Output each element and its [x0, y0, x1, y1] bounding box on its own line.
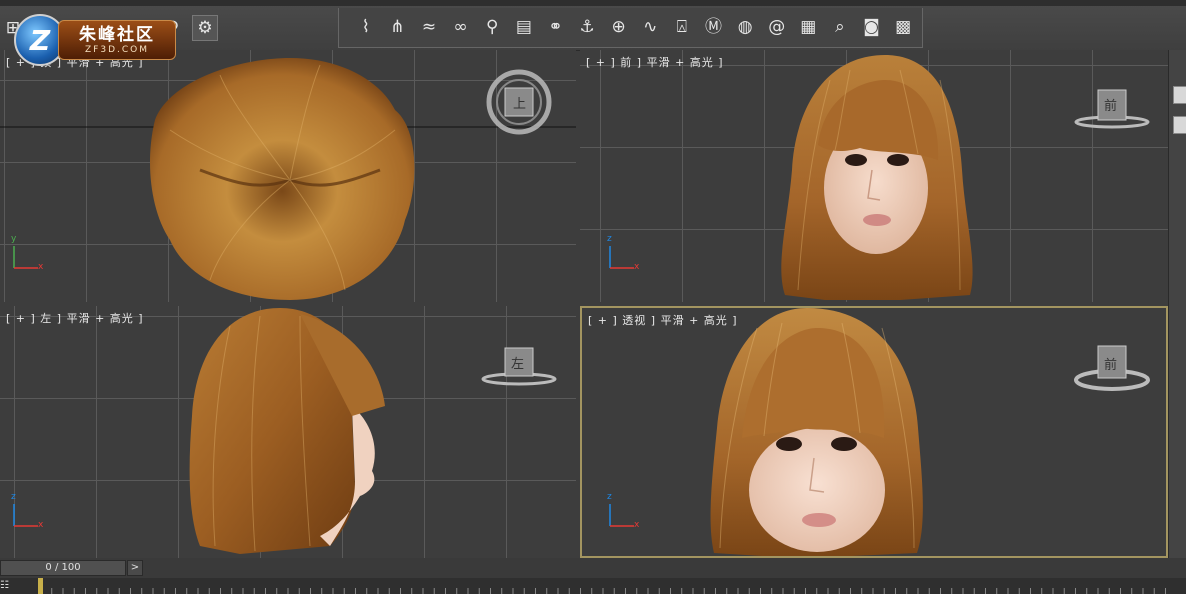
tilde-button[interactable]: ∿ [637, 15, 663, 41]
viewcube-face-label[interactable]: 前 [1104, 354, 1117, 373]
logo-name-cn: 朱峰社区 [79, 24, 155, 45]
render-setup-icon: ▦ [800, 17, 817, 37]
menu-strip [0, 0, 1186, 6]
viewport-perspective[interactable]: [ + ] 透视 ] 平滑 + 高光 ] 前 z x [580, 306, 1168, 558]
render-frame-button[interactable]: ⌕ [827, 15, 853, 41]
logo-plate: 朱峰社区 ZF3D.COM [58, 20, 176, 60]
hair-brush-button[interactable]: ⌇ [353, 15, 379, 41]
render-frame-icon: ⌕ [835, 17, 845, 37]
hair-brush-icon: ⌇ [361, 17, 370, 37]
loop-button[interactable]: ∞ [448, 15, 474, 41]
figure-icon: ⚲ [486, 17, 499, 37]
axis-x-label: x [38, 520, 44, 530]
link-icon: ⚭ [548, 17, 563, 37]
toolbar-right-group: ⌇ ⋔ ≈ ∞ ⚲ ▤ ⚭ ⚓ ⊕ ∿ ⍓ Ⓜ ◍ @ ▦ ⌕ ◙ ▩ [338, 8, 923, 48]
wave-button[interactable]: ≈ [416, 15, 442, 41]
panel-icon: ▤ [515, 17, 532, 37]
film-icon: ▩ [895, 17, 912, 37]
link-button[interactable]: ⚭ [543, 15, 569, 41]
site-logo: Z 朱峰社区 ZF3D.COM [14, 14, 176, 66]
figure-button[interactable]: ⚲ [479, 15, 505, 41]
command-panel-edge [1168, 50, 1186, 558]
axis-x-label: x [38, 262, 44, 272]
hair-left-view [189, 308, 557, 554]
render-setup-button[interactable]: ▦ [796, 15, 822, 41]
globe-icon: ⊕ [611, 17, 626, 37]
shirt-icon: ⍓ [676, 17, 687, 37]
main-toolbar: ⊞▭◫☰✎⚲⚙ ⌇⋔≈∞⚲▤⚭⚓⊕∿⍓Ⓜ◍@▦⌕◙▩ [0, 0, 1186, 51]
wave-icon: ≈ [421, 17, 437, 37]
next-frame-button[interactable]: > [127, 560, 143, 576]
viewport-top[interactable]: [ + ] 顶 ] 平滑 + 高光 ] 上 y x [0, 50, 576, 302]
gear-icon: ⚙ [197, 17, 213, 38]
timeline: 0 / 100 > ☷ [0, 558, 1186, 594]
camera-icon: ◙ [863, 17, 880, 37]
axis-x-label: x [634, 262, 640, 272]
viewport-left[interactable]: [ + ] 左 ] 平滑 + 高光 ] 左 z x [0, 306, 576, 558]
viewport-label[interactable]: [ + ] 透视 ] 平滑 + 高光 ] [588, 312, 738, 328]
hair-front-view [781, 55, 1150, 300]
spiral-button[interactable]: @ [764, 15, 790, 41]
gear-button[interactable]: ⚙ [192, 15, 218, 41]
viewport-label[interactable]: [ + ] 左 ] 平滑 + 高光 ] [6, 310, 144, 326]
sphere-icon: ◍ [737, 17, 753, 37]
comb-button[interactable]: ⋔ [385, 15, 411, 41]
current-frame-marker[interactable] [38, 578, 43, 594]
key-filter-icon[interactable]: ☷ [0, 580, 16, 592]
axis-z-label: z [607, 492, 612, 502]
tilde-icon: ∿ [643, 17, 658, 37]
sphere-button[interactable]: ◍ [732, 15, 758, 41]
spiral-icon: @ [768, 17, 786, 37]
viewcube-face-label[interactable]: 前 [1104, 95, 1117, 114]
viewcube-face-label[interactable]: 上 [513, 93, 526, 112]
panel-tab-button[interactable] [1173, 86, 1186, 104]
globe-button[interactable]: ⊕ [606, 15, 632, 41]
material-icon: Ⓜ [705, 17, 722, 37]
track-bar[interactable]: ☷ [0, 578, 1186, 594]
viewport-label[interactable]: [ + ] 前 ] 平滑 + 高光 ] [586, 54, 724, 70]
track-ticks [40, 578, 1166, 594]
viewcube-face-label[interactable]: 左 [511, 353, 524, 372]
panel-tab-button[interactable] [1173, 116, 1186, 134]
shirt-button[interactable]: ⍓ [669, 15, 695, 41]
comb-icon: ⋔ [390, 17, 405, 37]
hair-perspective-view [710, 308, 1150, 556]
anchor-button[interactable]: ⚓ [574, 15, 600, 41]
loop-icon: ∞ [453, 17, 468, 37]
axis-y-label: y [11, 234, 17, 244]
time-slider[interactable]: 0 / 100 [0, 560, 126, 576]
viewport-front[interactable]: [ + ] 前 ] 平滑 + 高光 ] 前 z x [580, 50, 1168, 302]
hair-top-view [0, 58, 576, 300]
axis-z-label: z [607, 234, 612, 244]
panel-button[interactable]: ▤ [511, 15, 537, 41]
axis-z-label: z [11, 492, 16, 502]
logo-name-en: ZF3D.COM [85, 44, 149, 55]
film-button[interactable]: ▩ [890, 15, 916, 41]
material-button[interactable]: Ⓜ [701, 15, 727, 41]
axis-x-label: x [634, 520, 640, 530]
anchor-icon: ⚓ [579, 17, 595, 37]
camera-button[interactable]: ◙ [859, 15, 885, 41]
